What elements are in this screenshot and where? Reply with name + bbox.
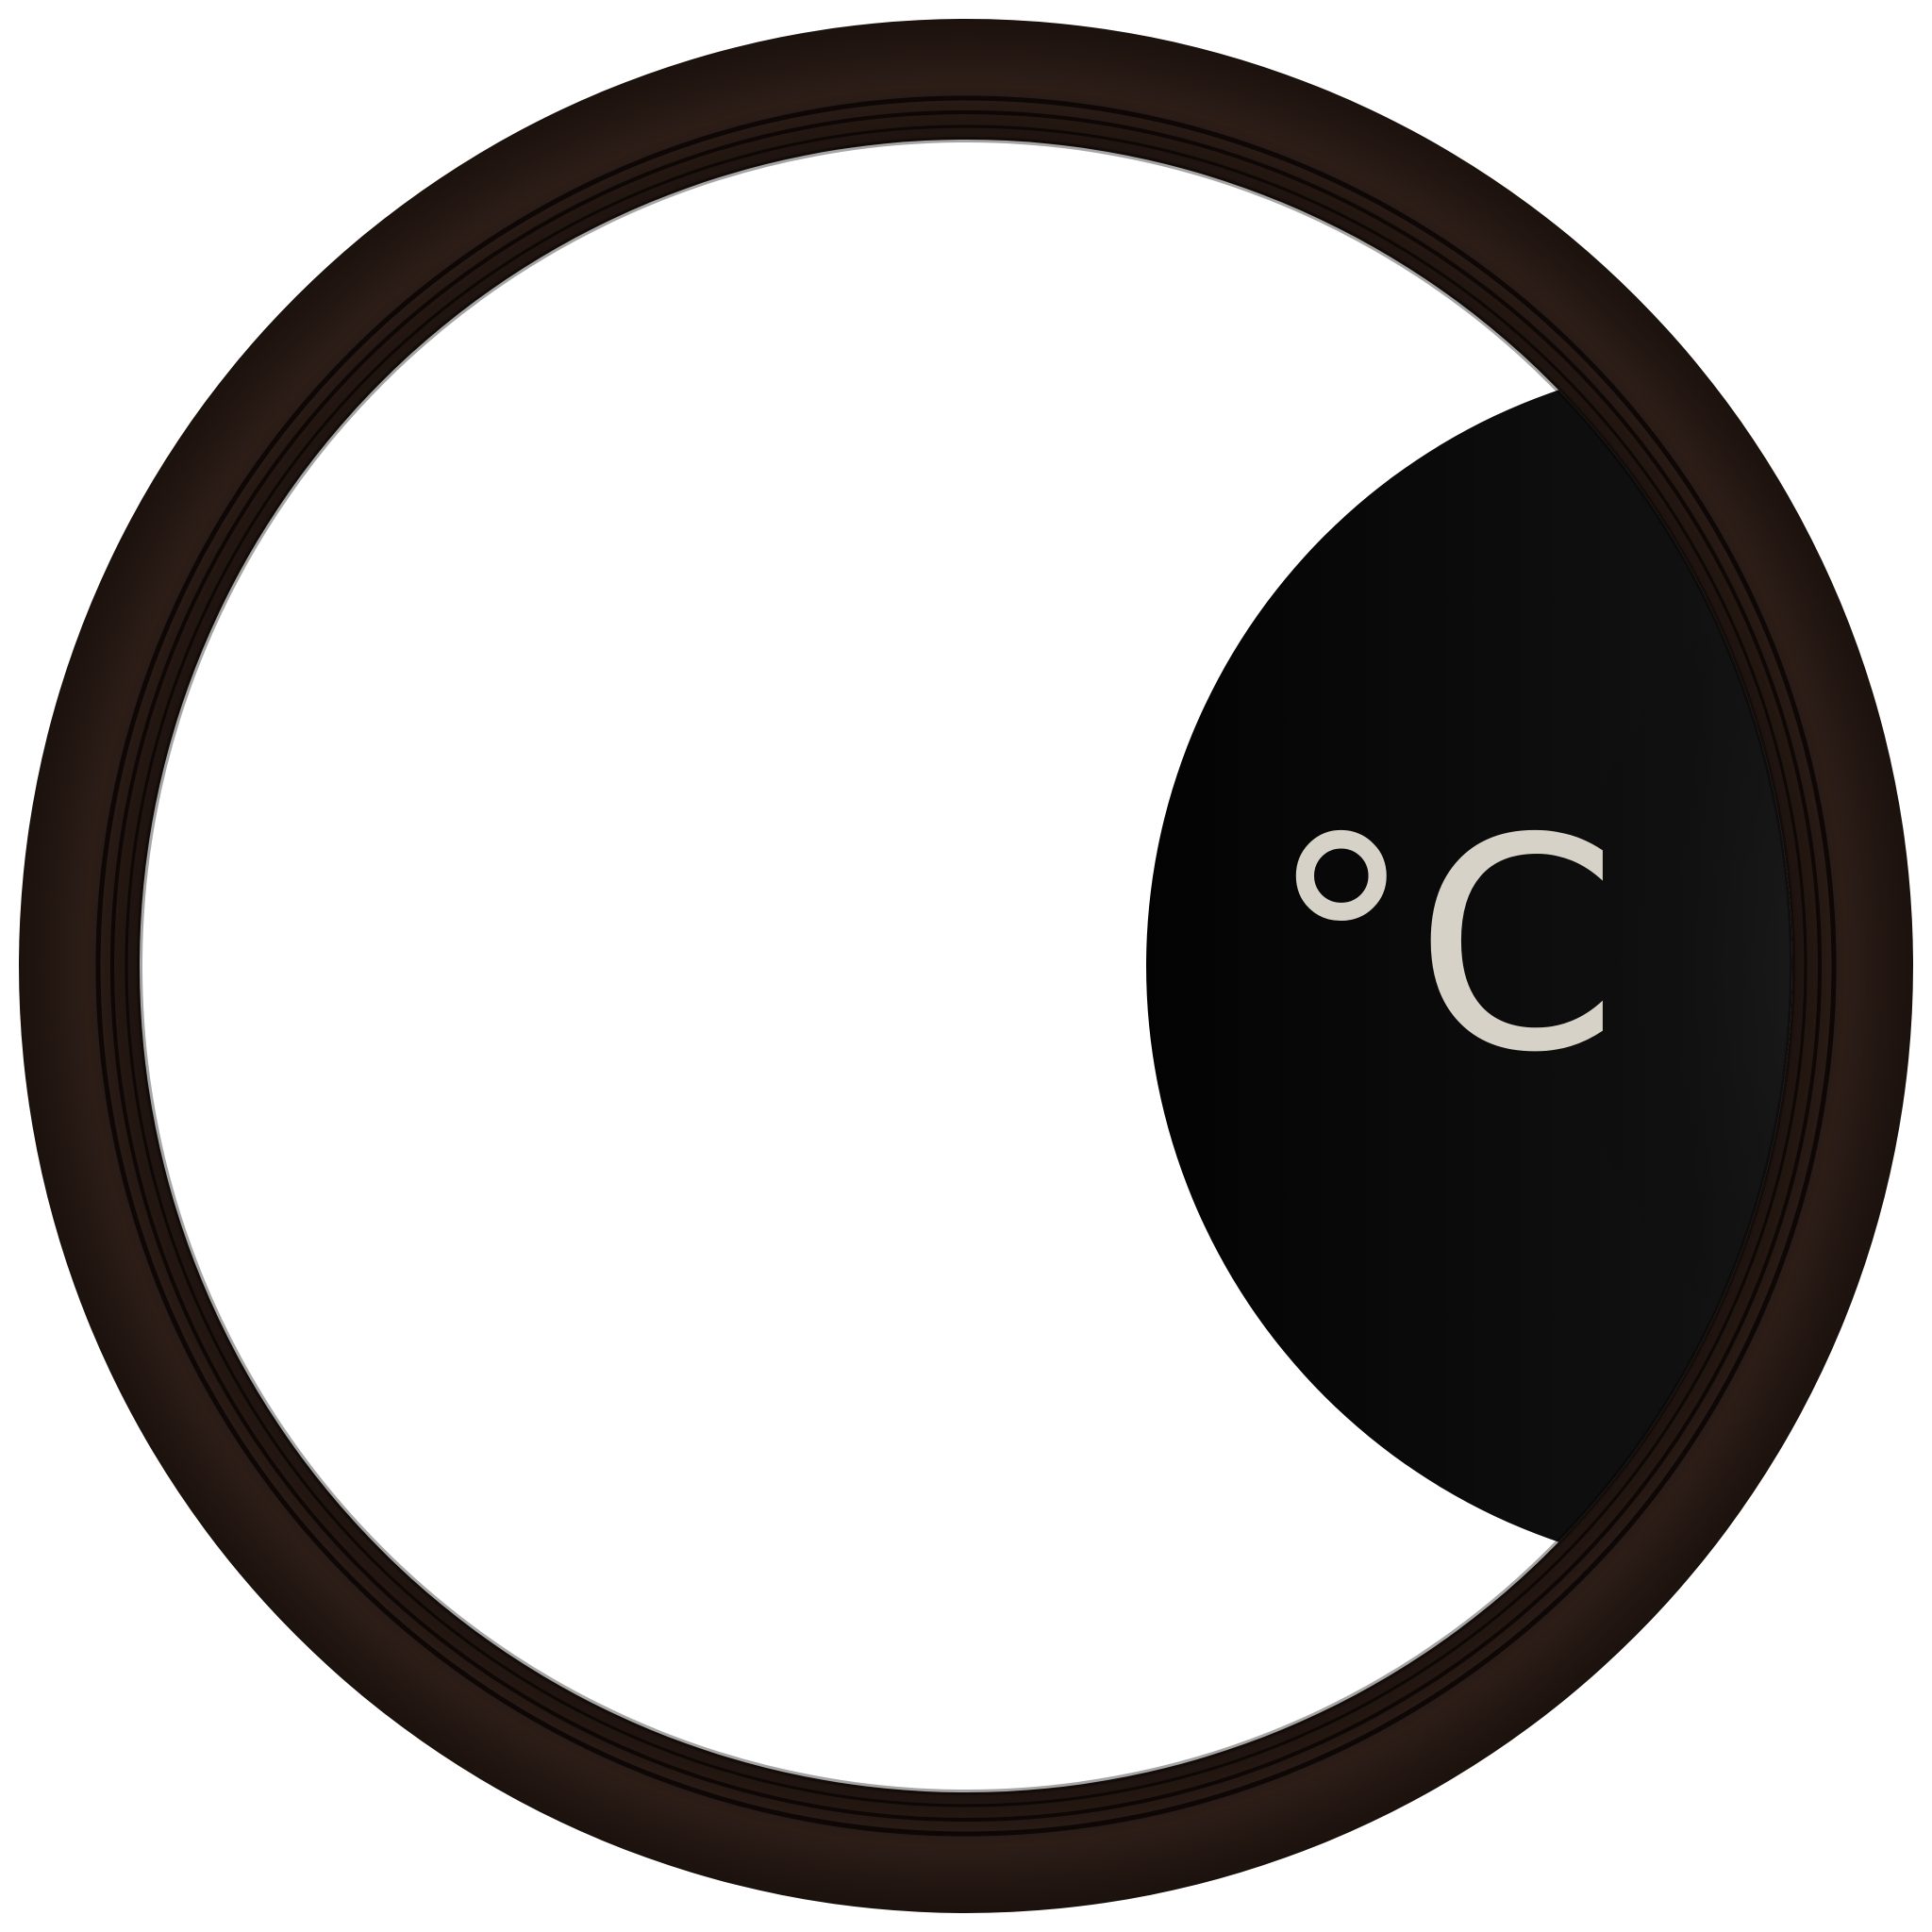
- temperature-gauge-widget: °C: [0, 0, 1932, 1932]
- unit-label: °C: [1268, 776, 1618, 1117]
- gauge-graphic: °C: [19, 19, 1913, 1913]
